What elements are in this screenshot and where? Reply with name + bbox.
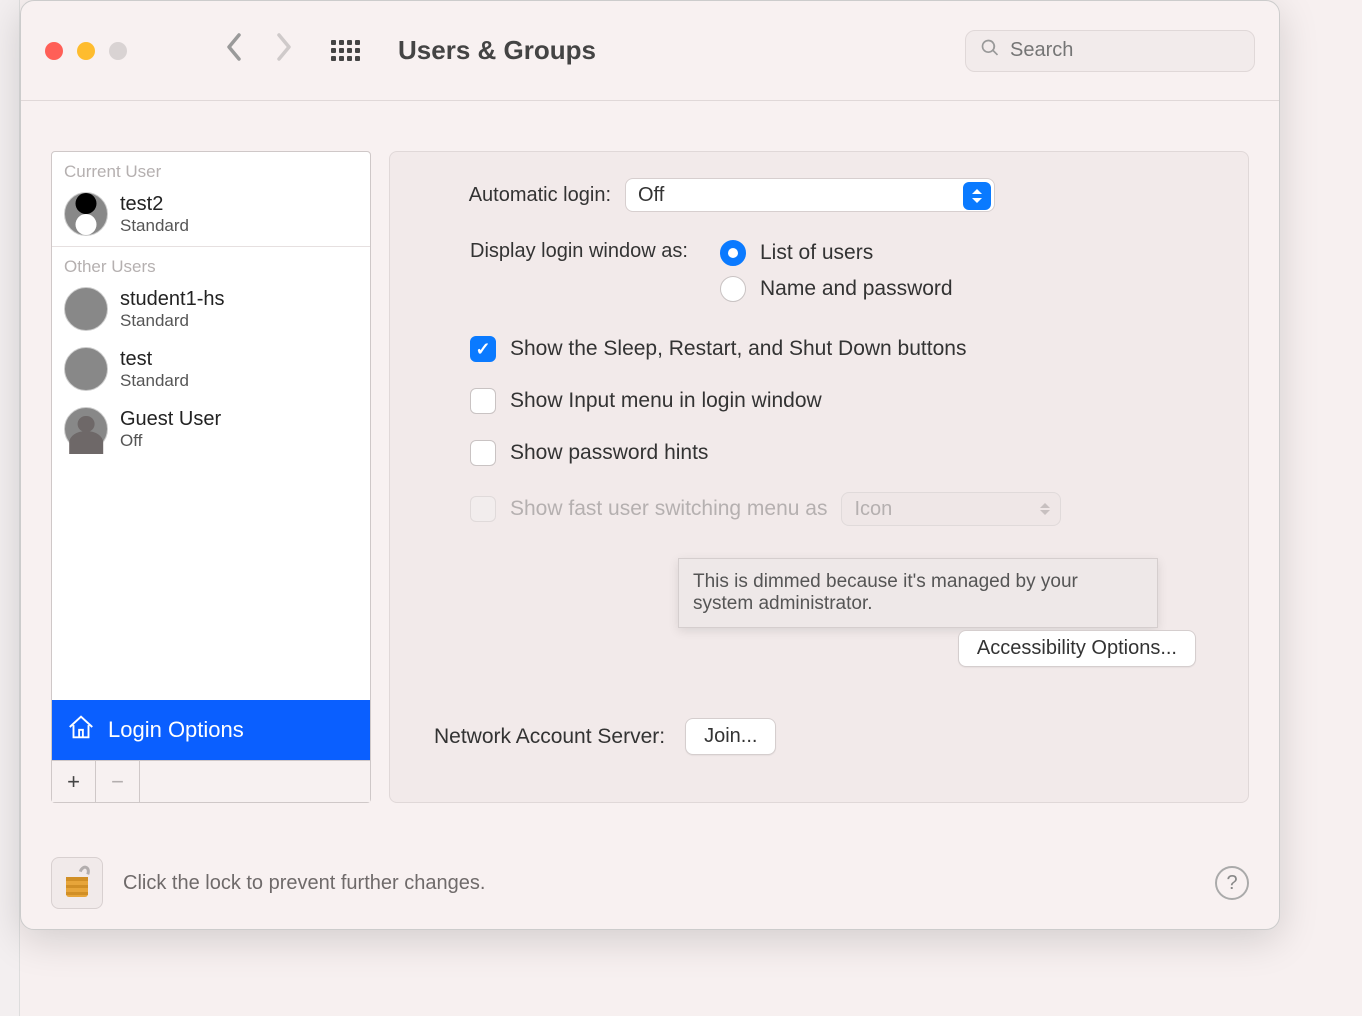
checkbox-label: Show Input menu in login window (510, 389, 822, 413)
forward-button[interactable] (275, 33, 293, 68)
close-window-button[interactable] (45, 42, 63, 60)
user-role: Off (120, 431, 221, 451)
add-user-button[interactable]: + (52, 761, 96, 802)
titlebar: Users & Groups (21, 1, 1279, 101)
avatar-icon (64, 407, 108, 451)
checkbox-password-hints[interactable] (470, 440, 496, 466)
checkbox-label: Show fast user switching menu as (510, 497, 827, 521)
auto-login-dropdown[interactable]: Off (625, 178, 995, 212)
login-options-label: Login Options (108, 717, 244, 743)
fast-user-switching-value: Icon (854, 498, 892, 521)
minimize-window-button[interactable] (77, 42, 95, 60)
auto-login-value: Off (638, 184, 664, 207)
back-button[interactable] (225, 33, 243, 68)
user-role: Standard (120, 216, 189, 236)
radio-name-password[interactable] (720, 276, 746, 302)
other-users-header: Other Users (52, 247, 370, 281)
current-user-header: Current User (52, 152, 370, 186)
remove-user-button[interactable]: − (96, 761, 140, 802)
chevron-updown-icon (1040, 498, 1050, 520)
avatar-icon (64, 287, 108, 331)
login-options-button[interactable]: Login Options (52, 700, 370, 760)
managed-tooltip: This is dimmed because it's managed by y… (678, 558, 1158, 628)
other-user-row[interactable]: Guest User Off (52, 401, 370, 461)
user-sidebar: Current User test2 Standard Other Users … (51, 151, 371, 803)
window-title: Users & Groups (398, 35, 596, 66)
avatar-icon (64, 347, 108, 391)
checkbox-sleep-restart-shutdown[interactable] (470, 336, 496, 362)
network-account-server-label: Network Account Server: (434, 725, 665, 749)
nav-buttons (225, 33, 293, 68)
user-name: test (120, 348, 189, 371)
current-user-row[interactable]: test2 Standard (52, 186, 370, 246)
user-name: test2 (120, 193, 189, 216)
checkbox-fast-user-switching (470, 496, 496, 522)
settings-panel: Automatic login: Off Display login windo… (389, 151, 1249, 803)
chevron-updown-icon (963, 182, 991, 210)
user-name: student1-hs (120, 288, 225, 311)
preferences-window: Users & Groups Current User test2 Standa… (20, 0, 1280, 930)
radio-label: List of users (760, 241, 873, 265)
sidebar-footer: + − (52, 760, 370, 802)
avatar-icon (64, 192, 108, 236)
help-button[interactable]: ? (1215, 866, 1249, 900)
window-controls (45, 42, 127, 60)
auto-login-label: Automatic login: (426, 184, 611, 207)
radio-list-of-users[interactable] (720, 240, 746, 266)
background-strip (0, 0, 20, 1016)
radio-label: Name and password (760, 277, 953, 301)
content-area: Current User test2 Standard Other Users … (21, 101, 1279, 823)
other-user-row[interactable]: test Standard (52, 341, 370, 401)
fast-user-switching-dropdown: Icon (841, 492, 1061, 526)
checkbox-input-menu[interactable] (470, 388, 496, 414)
lock-open-icon (60, 861, 94, 906)
user-name: Guest User (120, 408, 221, 431)
home-icon (66, 712, 96, 748)
show-all-icon[interactable] (331, 40, 360, 61)
join-button[interactable]: Join... (685, 718, 776, 755)
other-user-row[interactable]: student1-hs Standard (52, 281, 370, 341)
accessibility-options-button[interactable]: Accessibility Options... (958, 630, 1196, 667)
user-role: Standard (120, 311, 225, 331)
search-field[interactable] (965, 30, 1255, 72)
search-icon (980, 38, 1000, 63)
checkbox-label: Show password hints (510, 441, 708, 465)
zoom-window-button (109, 42, 127, 60)
search-input[interactable] (1010, 39, 1275, 62)
lock-text: Click the lock to prevent further change… (123, 872, 485, 895)
display-login-radio-group: List of users Name and password (720, 240, 953, 312)
checkbox-label: Show the Sleep, Restart, and Shut Down b… (510, 337, 966, 361)
user-role: Standard (120, 371, 189, 391)
lock-button[interactable] (51, 857, 103, 909)
lock-bar: Click the lock to prevent further change… (51, 857, 1249, 909)
display-login-label: Display login window as: (426, 240, 706, 263)
